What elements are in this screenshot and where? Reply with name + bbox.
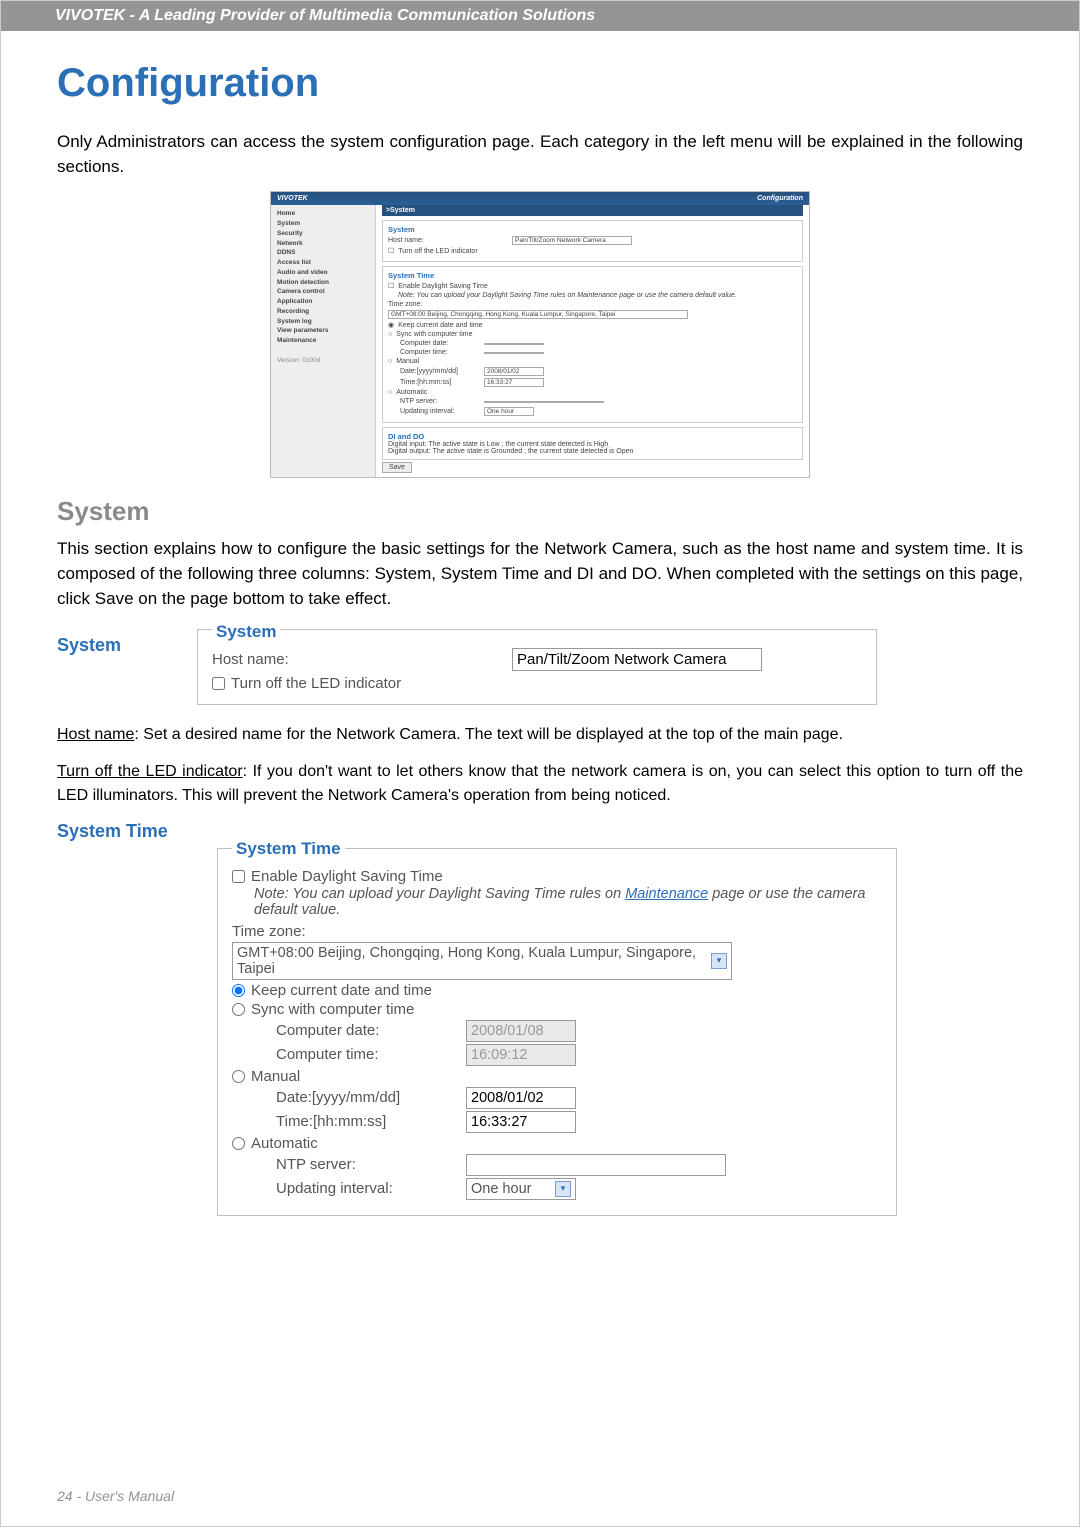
keep-label: Keep current date and time xyxy=(251,982,432,999)
sync-label: Sync with computer time xyxy=(251,1001,414,1018)
page-title: Configuration xyxy=(57,61,1023,106)
dst-note: Note: You can upload your Daylight Savin… xyxy=(232,886,882,918)
dst-checkbox[interactable] xyxy=(232,870,245,883)
manual-time-input[interactable] xyxy=(466,1111,576,1133)
chevron-down-icon: ▾ xyxy=(555,1181,571,1197)
auto-label: Automatic xyxy=(251,1135,318,1152)
led-paragraph: Turn off the LED indicator: If you don't… xyxy=(57,760,1023,806)
timezone-select[interactable]: GMT+08:00 Beijing, Chongqing, Hong Kong,… xyxy=(232,942,732,980)
system-time-callout: System Time Enable Daylight Saving Time … xyxy=(217,848,897,1216)
keep-radio[interactable] xyxy=(232,984,245,997)
page-footer: 24 - User's Manual xyxy=(57,1488,174,1504)
system-legend: System xyxy=(212,622,280,641)
computer-date-input xyxy=(466,1020,576,1042)
sync-radio[interactable] xyxy=(232,1003,245,1016)
ntp-input[interactable] xyxy=(466,1154,726,1176)
mini-nav: Home System Security Network DDNS Access… xyxy=(271,205,376,477)
manual-time-label: Time:[hh:mm:ss] xyxy=(276,1113,466,1130)
mini-crumb: >System xyxy=(382,205,803,216)
auto-radio[interactable] xyxy=(232,1137,245,1150)
system-callout: System Host name: Turn off the LED indic… xyxy=(197,629,877,705)
host-name-input[interactable] xyxy=(512,648,762,671)
computer-date-label: Computer date: xyxy=(276,1022,466,1039)
host-name-label: Host name: xyxy=(212,651,512,668)
led-checkbox[interactable] xyxy=(212,677,225,690)
config-screenshot: VIVOTEK Configuration Home System Securi… xyxy=(270,191,810,478)
computer-time-input xyxy=(466,1044,576,1066)
mini-save-button: Save xyxy=(382,462,412,473)
dst-label: Enable Daylight Saving Time xyxy=(251,868,443,885)
system-paragraph: This section explains how to configure t… xyxy=(57,537,1023,611)
interval-label: Updating interval: xyxy=(276,1180,466,1197)
maintenance-link[interactable]: Maintenance xyxy=(625,886,708,902)
mini-right: Configuration xyxy=(757,195,803,202)
system-time-legend: System Time xyxy=(232,839,345,858)
chevron-down-icon: ▾ xyxy=(711,953,727,969)
doc-header: VIVOTEK - A Leading Provider of Multimed… xyxy=(1,1,1079,31)
manual-label: Manual xyxy=(251,1068,300,1085)
host-name-paragraph: Host name: Set a desired name for the Ne… xyxy=(57,723,1023,746)
system-time-subheading: System Time xyxy=(57,821,1023,842)
computer-time-label: Computer time: xyxy=(276,1046,466,1063)
interval-select[interactable]: One hour ▾ xyxy=(466,1178,576,1200)
timezone-label: Time zone: xyxy=(232,923,312,940)
mini-brand: VIVOTEK xyxy=(277,195,308,202)
system-heading: System xyxy=(57,496,1023,527)
system-subheading: System xyxy=(57,635,167,656)
manual-date-label: Date:[yyyy/mm/dd] xyxy=(276,1089,466,1106)
manual-radio[interactable] xyxy=(232,1070,245,1083)
manual-date-input[interactable] xyxy=(466,1087,576,1109)
ntp-label: NTP server: xyxy=(276,1156,466,1173)
lead-paragraph: Only Administrators can access the syste… xyxy=(57,130,1023,179)
led-label: Turn off the LED indicator xyxy=(231,675,401,692)
